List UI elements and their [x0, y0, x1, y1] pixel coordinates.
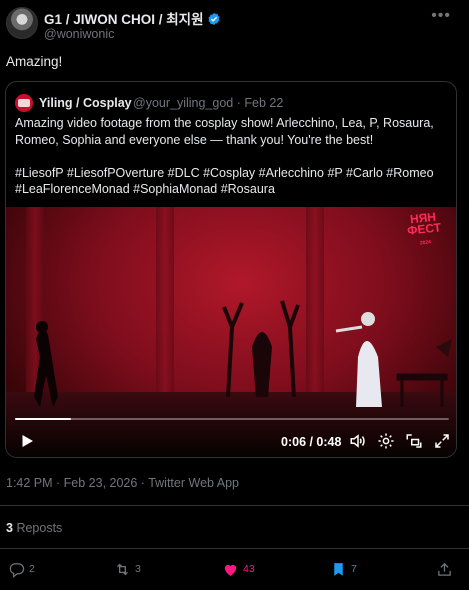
quoted-tweet-text: Amazing video footage from the cosplay s…: [15, 116, 434, 196]
share-button[interactable]: [436, 558, 457, 580]
tweet-text: Amazing!: [6, 54, 63, 69]
reply-icon: [9, 562, 25, 578]
author-name-line[interactable]: G1 / JIWON CHOI / 최지원: [44, 8, 221, 28]
quoted-author-avatar: [15, 94, 33, 112]
tweet-header: G1 / JIWON CHOI / 최지원 @woniwonic •••: [0, 0, 469, 48]
reply-button[interactable]: 2: [8, 558, 35, 580]
reposts-stat[interactable]: 3 Reposts: [6, 521, 62, 535]
video-player[interactable]: НЯН ФЕСТ 2024 0:06 / 0:48: [6, 207, 456, 457]
reposts-count: 3: [6, 521, 13, 535]
play-icon[interactable]: [18, 432, 36, 450]
tweet-timestamp[interactable]: 1:42 PM · Feb 23, 2026 · Twitter Web App: [6, 476, 239, 490]
reposts-label: Reposts: [16, 521, 63, 535]
quoted-author-name: Yiling / Cosplay: [39, 96, 132, 110]
heart-icon: [224, 564, 237, 576]
video-progress-bar[interactable]: [15, 418, 449, 420]
divider: [0, 505, 469, 506]
tweet-actions: 2 3 43 7: [0, 558, 469, 582]
volume-icon[interactable]: [349, 432, 367, 450]
picture-in-picture-icon[interactable]: [405, 432, 423, 450]
verified-badge-icon: [208, 12, 220, 26]
retweet-count: 3: [135, 563, 141, 575]
video-frame-figures: [34, 300, 452, 407]
retweet-icon: [117, 563, 128, 575]
retweet-button[interactable]: 3: [114, 558, 141, 580]
share-icon: [438, 562, 451, 576]
quoted-tweet[interactable]: Yiling / Cosplay @your_yiling_god · Feb …: [5, 81, 457, 458]
bookmark-icon: [334, 562, 343, 576]
divider: [0, 548, 469, 549]
author-handle[interactable]: @woniwonic: [44, 27, 114, 41]
video-time: 0:06 / 0:48: [281, 435, 342, 449]
settings-gear-icon[interactable]: [377, 432, 395, 450]
author-name[interactable]: G1 / JIWON CHOI / 최지원: [44, 12, 204, 27]
quoted-author-meta: @your_yiling_god · Feb 22: [133, 96, 284, 110]
bookmark-count: 7: [351, 563, 357, 575]
like-count: 43: [243, 563, 255, 575]
video-progress-fill: [15, 418, 72, 420]
video-controls: 0:06 / 0:48: [6, 432, 456, 452]
like-button[interactable]: 43: [222, 558, 255, 580]
fullscreen-icon[interactable]: [433, 432, 451, 450]
festival-logo: НЯН ФЕСТ 2024: [406, 209, 442, 247]
reply-count: 2: [29, 563, 35, 575]
author-avatar[interactable]: [6, 7, 38, 39]
more-options-icon[interactable]: •••: [431, 7, 451, 25]
bookmark-button[interactable]: 7: [330, 558, 357, 580]
